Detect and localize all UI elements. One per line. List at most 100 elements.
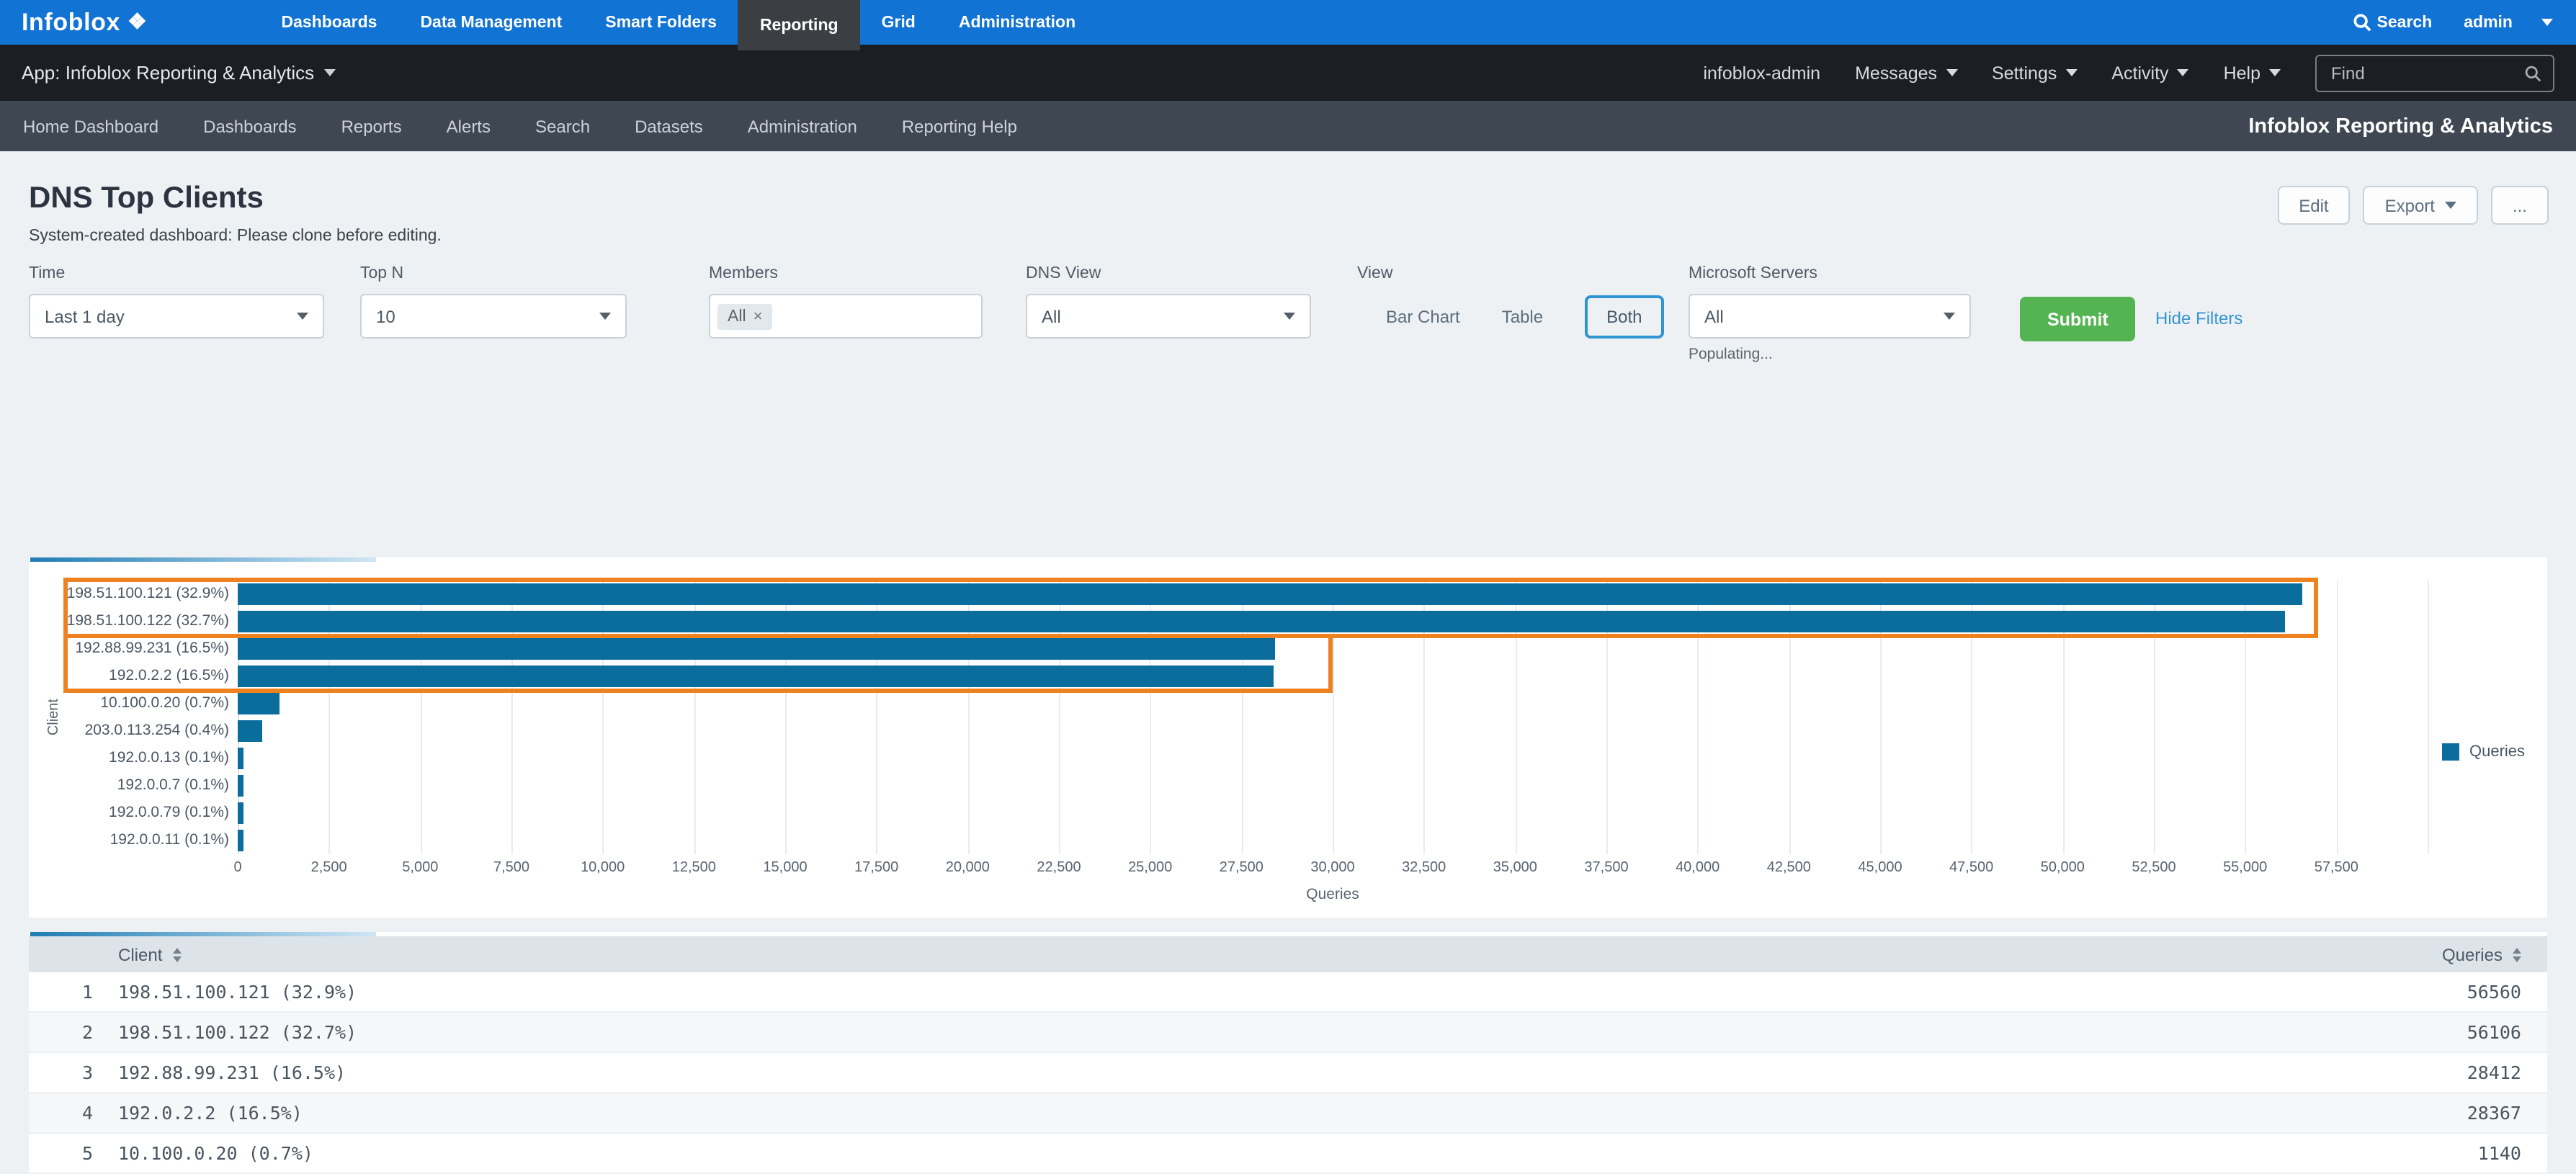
secondary-nav-item-alerts[interactable]: Alerts <box>447 116 491 136</box>
table-accent-line <box>30 932 376 936</box>
table-row[interactable]: 2198.51.100.122 (32.7%)56106 <box>29 1013 2547 1053</box>
app-bar-menu-help[interactable]: Help <box>2224 63 2281 83</box>
table-row[interactable]: 1198.51.100.121 (32.9%)56560 <box>29 972 2547 1013</box>
app-selector[interactable]: App: Infoblox Reporting & Analytics <box>22 62 336 84</box>
secondary-nav-item-administration[interactable]: Administration <box>748 116 857 136</box>
x-axis-tick: 55,000 <box>2223 860 2267 876</box>
top-n-value: 10 <box>376 306 395 326</box>
user-menu-caret-icon[interactable] <box>2541 19 2553 26</box>
bar-10-100-0-20-0-7[interactable] <box>238 693 279 714</box>
more-actions-button[interactable]: ... <box>2491 186 2549 225</box>
microsoft-servers-label: Microsoft Servers <box>1689 265 1971 282</box>
table-header-row: Client Queries <box>29 936 2547 972</box>
row-queries: 1140 <box>2478 1142 2547 1164</box>
time-label: Time <box>29 265 324 282</box>
table-row[interactable]: 3192.88.99.231 (16.5%)28412 <box>29 1053 2547 1093</box>
secondary-nav-item-reports[interactable]: Reports <box>341 116 402 136</box>
hide-filters-link[interactable]: Hide Filters <box>2155 308 2242 328</box>
bar-192-0-0-7-0-1[interactable] <box>238 775 244 797</box>
x-axis-tick: 27,500 <box>1220 860 1264 876</box>
edit-button-label: Edit <box>2299 195 2328 215</box>
find-box[interactable] <box>2315 54 2554 91</box>
top-nav-item-administration[interactable]: Administration <box>937 0 1097 45</box>
row-client: 192.0.2.2 (16.5%) <box>118 1102 2467 1124</box>
top-nav-item-reporting[interactable]: Reporting <box>738 0 860 50</box>
top-nav-item-smart-folders[interactable]: Smart Folders <box>583 0 738 45</box>
microsoft-servers-dropdown[interactable]: All <box>1689 294 1971 339</box>
y-axis-label: 192.88.99.231 (16.5%) <box>29 635 229 663</box>
more-actions-label: ... <box>2513 195 2527 215</box>
top-nav-item-data-management[interactable]: Data Management <box>398 0 583 45</box>
legend-swatch <box>2442 743 2459 761</box>
bar-192-0-0-79-0-1[interactable] <box>238 802 244 824</box>
top-n-dropdown[interactable]: 10 <box>360 294 627 339</box>
bar-chart-panel: Client 198.51.100.121 (32.9%)198.51.100.… <box>29 557 2547 918</box>
x-axis-tick: 57,500 <box>2315 860 2358 876</box>
app-bar-menus: infoblox-admin Messages Settings Activity He… <box>1703 54 2554 91</box>
top-nav-items: DashboardsData ManagementSmart FoldersRe… <box>260 0 1098 45</box>
secondary-nav-item-datasets[interactable]: Datasets <box>635 116 703 136</box>
edit-button[interactable]: Edit <box>2277 186 2350 225</box>
app-bar-menu-messages[interactable]: Messages <box>1855 63 1957 83</box>
top-nav-item-dashboards[interactable]: Dashboards <box>260 0 399 45</box>
view-option-table[interactable]: Table <box>1502 306 1543 326</box>
x-axis-tick: 15,000 <box>763 860 807 876</box>
page-subtitle: System-created dashboard: Please clone b… <box>29 228 2547 245</box>
time-value: Last 1 day <box>45 306 125 326</box>
bar-198-51-100-121-32-9[interactable] <box>238 583 2302 605</box>
table-row[interactable]: 510.100.0.20 (0.7%)1140 <box>29 1134 2547 1174</box>
secondary-nav-item-reporting-help[interactable]: Reporting Help <box>902 116 1017 136</box>
dns-view-dropdown[interactable]: All <box>1026 294 1311 339</box>
dns-view-caret-icon <box>1284 313 1295 320</box>
user-menu[interactable]: admin <box>2464 14 2513 31</box>
view-option-both[interactable]: Both <box>1585 295 1663 338</box>
find-input[interactable] <box>2328 61 2524 84</box>
client-column-header[interactable]: Client <box>29 944 181 964</box>
y-axis-label: 192.0.2.2 (16.5%) <box>29 663 229 690</box>
view-option-bar-chart[interactable]: Bar Chart <box>1386 306 1460 326</box>
members-multiselect[interactable]: All × <box>709 294 983 339</box>
bar-192-0-0-13-0-1[interactable] <box>238 748 244 769</box>
bar-192-0-0-11-0-1[interactable] <box>238 830 244 851</box>
app-bar-menu-infoblox-admin[interactable]: infoblox-admin <box>1703 63 1820 83</box>
chart-plot-area: 02,5005,0007,50010,00012,50015,00017,500… <box>238 581 2428 854</box>
members-tag: All × <box>717 303 772 329</box>
app-bar-menu-settings[interactable]: Settings <box>1992 63 2077 83</box>
secondary-nav-item-search[interactable]: Search <box>535 116 590 136</box>
x-axis-tick: 22,500 <box>1037 860 1081 876</box>
app-bar-menu-activity[interactable]: Activity <box>2111 63 2188 83</box>
x-axis-tick: 0 <box>233 860 241 876</box>
bar-203-0-113-254-0-4[interactable] <box>238 720 263 742</box>
secondary-nav-item-home-dashboard[interactable]: Home Dashboard <box>23 116 158 136</box>
secondary-nav-items: Home Dashboard Dashboards Reports Alerts Sea… <box>23 116 1017 136</box>
bar-192-88-99-231-16-5[interactable] <box>238 638 1275 660</box>
x-axis-tick: 7,500 <box>493 860 529 876</box>
filter-members: Members All × <box>709 265 983 339</box>
bar-192-0-2-2-16-5[interactable] <box>238 666 1273 687</box>
menu-label: infoblox-admin <box>1703 63 1820 83</box>
search-label: Search <box>2377 14 2433 31</box>
chart-legend[interactable]: Queries <box>2442 743 2525 761</box>
queries-column-header[interactable]: Queries <box>2442 944 2547 964</box>
remove-tag-icon[interactable]: × <box>753 308 763 325</box>
top-nav-item-grid[interactable]: Grid <box>860 0 937 45</box>
dashboard-content: DNS Top Clients System-created dashboard… <box>0 151 2576 398</box>
time-dropdown[interactable]: Last 1 day <box>29 294 324 339</box>
app-title: Infoblox Reporting & Analytics <box>2248 115 2553 138</box>
x-axis-tick: 52,500 <box>2132 860 2175 876</box>
y-axis-labels: 198.51.100.121 (32.9%)198.51.100.122 (32… <box>29 581 229 854</box>
table-row[interactable]: 4192.0.2.2 (16.5%)28367 <box>29 1093 2547 1134</box>
menu-caret-icon <box>2065 69 2077 76</box>
row-rank: 5 <box>29 1142 118 1164</box>
x-axis-tick: 2,500 <box>311 860 347 876</box>
infoblox-logo[interactable]: Infoblox ❖ <box>22 0 148 45</box>
menu-label: Help <box>2224 63 2260 83</box>
secondary-nav-item-dashboards[interactable]: Dashboards <box>203 116 296 136</box>
row-queries: 28367 <box>2467 1102 2547 1124</box>
bar-198-51-100-122-32-7[interactable] <box>238 611 2286 632</box>
export-button[interactable]: Export <box>2363 186 2478 225</box>
queries-header-label: Queries <box>2442 944 2503 964</box>
global-search-button[interactable]: Search <box>2353 13 2433 32</box>
menu-label: Settings <box>1992 63 2057 83</box>
submit-button[interactable]: Submit <box>2020 297 2136 341</box>
